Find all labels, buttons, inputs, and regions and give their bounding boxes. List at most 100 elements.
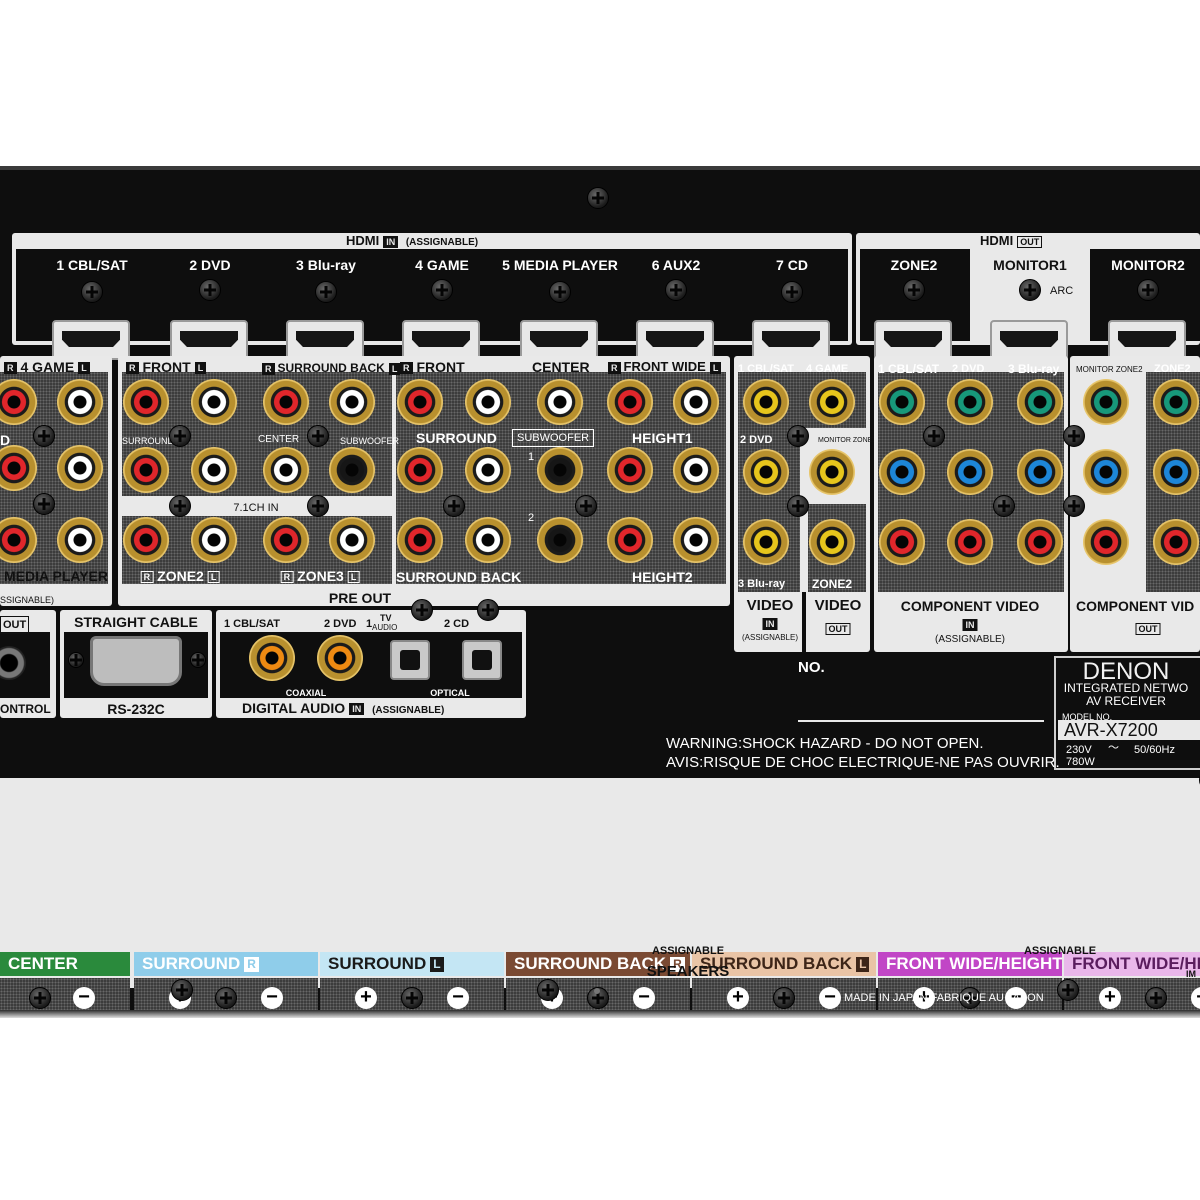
rca-jack[interactable] xyxy=(879,449,925,495)
rca-jack[interactable] xyxy=(607,517,653,563)
rca-jack[interactable] xyxy=(743,449,789,495)
digital-dvd-label: 2 DVD xyxy=(324,618,357,630)
optical-tv-jack[interactable] xyxy=(390,640,430,680)
hdmi-out-port-label: ZONE2 xyxy=(890,257,938,273)
rca-jack[interactable] xyxy=(743,379,789,425)
rca-jack[interactable] xyxy=(1153,379,1199,425)
video-in-tag: IN xyxy=(762,615,778,631)
hdmi-screw xyxy=(81,281,103,303)
rca-jack[interactable] xyxy=(947,379,993,425)
rca-jack[interactable] xyxy=(57,517,103,563)
hdmi-out-title: HDMI OUT xyxy=(980,233,1043,249)
rca-jack[interactable] xyxy=(809,519,855,565)
rca-jack[interactable] xyxy=(879,519,925,565)
hdmi-out-port[interactable] xyxy=(874,320,952,360)
rca-jack[interactable] xyxy=(879,379,925,425)
panel-screw xyxy=(993,495,1015,517)
rca-jack[interactable] xyxy=(1153,449,1199,495)
panel-screw xyxy=(171,979,193,1001)
hdmi-in-port-label: 7 CD xyxy=(776,257,808,273)
hdmi-in-port-label: 3 Blu-ray xyxy=(296,257,356,273)
rca-jack[interactable] xyxy=(607,379,653,425)
panel-screw xyxy=(411,599,433,621)
rca-jack[interactable] xyxy=(57,445,103,491)
rca-jack[interactable] xyxy=(123,517,169,563)
hdmi-in-port[interactable] xyxy=(752,320,830,360)
rca-jack[interactable] xyxy=(537,517,583,563)
hdmi-in-port[interactable] xyxy=(402,320,480,360)
rca-jack[interactable] xyxy=(191,517,237,563)
rca-jack[interactable] xyxy=(537,447,583,493)
rca-jack[interactable] xyxy=(1083,449,1129,495)
pre-out-front-wide-label: R FRONT WIDE L xyxy=(608,359,722,375)
speaker-minus-sign: − xyxy=(73,987,95,1009)
hdmi-in-port[interactable] xyxy=(520,320,598,360)
rca-jack[interactable] xyxy=(947,519,993,565)
rca-jack[interactable] xyxy=(57,379,103,425)
digital-cd-label: 2 CD xyxy=(444,618,470,630)
speaker-screw xyxy=(29,987,51,1009)
rca-jack[interactable] xyxy=(249,635,295,681)
rca-jack[interactable] xyxy=(1017,379,1063,425)
rca-jack[interactable] xyxy=(317,635,363,681)
rca-jack[interactable] xyxy=(191,447,237,493)
rca-jack[interactable] xyxy=(123,379,169,425)
rca-jack[interactable] xyxy=(1017,449,1063,495)
rca-jack[interactable] xyxy=(673,517,719,563)
rca-jack[interactable] xyxy=(397,379,443,425)
rca-jack[interactable] xyxy=(263,379,309,425)
rca-jack[interactable] xyxy=(537,379,583,425)
rca-jack[interactable] xyxy=(947,449,993,495)
hdmi-in-port[interactable] xyxy=(170,320,248,360)
rca-jack[interactable] xyxy=(397,447,443,493)
rca-jack[interactable] xyxy=(397,517,443,563)
rear-panel: HDMI IN (ASSIGNABLE) 1 CBL/SAT 2 DVD 3 Blu-… xyxy=(0,170,1200,1015)
rca-jack[interactable] xyxy=(809,379,855,425)
rs232-screw-left xyxy=(68,652,84,668)
rca-jack[interactable] xyxy=(1017,519,1063,565)
rca-jack[interactable] xyxy=(465,517,511,563)
rca-jack[interactable] xyxy=(465,447,511,493)
rca-jack[interactable] xyxy=(329,379,375,425)
rca-jack[interactable] xyxy=(673,379,719,425)
hdmi-out-port[interactable] xyxy=(990,320,1068,360)
rca-jack[interactable] xyxy=(1083,519,1129,565)
rs232-straight-label: STRAIGHT CABLE xyxy=(74,614,198,630)
rca-jack[interactable] xyxy=(809,449,855,495)
hdmi-screw xyxy=(781,281,803,303)
rca-jack[interactable] xyxy=(191,379,237,425)
model-number: AVR-X7200 xyxy=(1064,720,1158,740)
rs232-connector[interactable] xyxy=(90,636,182,686)
speaker-screw xyxy=(401,987,423,1009)
hdmi-in-port[interactable] xyxy=(52,320,130,360)
rca-jack[interactable] xyxy=(329,447,375,493)
rca-jack[interactable] xyxy=(263,517,309,563)
rca-jack[interactable] xyxy=(263,447,309,493)
rca-jack[interactable] xyxy=(743,519,789,565)
rca-jack[interactable] xyxy=(465,379,511,425)
hdmi-in-port[interactable] xyxy=(636,320,714,360)
rca-jack[interactable] xyxy=(1083,379,1129,425)
coaxial-label: COAXIAL xyxy=(285,688,327,698)
component-in-assignable: (ASSIGNABLE) xyxy=(934,634,1006,645)
speaker-band-2: SURROUND L xyxy=(320,952,504,976)
rca-jack[interactable] xyxy=(123,447,169,493)
video-in-label: VIDEO xyxy=(746,597,794,614)
speaker-band-tag: L xyxy=(856,957,870,973)
rca-jack[interactable] xyxy=(607,447,653,493)
component-in-tag: IN xyxy=(962,616,978,632)
panel-screw xyxy=(33,425,55,447)
hdmi-in-port[interactable] xyxy=(286,320,364,360)
optical-cd-jack[interactable] xyxy=(462,640,502,680)
rca-jack[interactable] xyxy=(329,517,375,563)
hdmi-out-port[interactable] xyxy=(1108,320,1186,360)
rca-jack[interactable] xyxy=(673,447,719,493)
serial-no-label: NO. xyxy=(798,659,825,676)
panel-screw xyxy=(587,187,609,209)
analog-in-assignable-label: SSIGNABLE) xyxy=(0,595,55,605)
speaker-minus-sign: − xyxy=(633,987,655,1009)
control-label: ONTROL xyxy=(0,702,51,716)
speaker-band-label: CENTER xyxy=(8,954,78,973)
speaker-band-label: SURROUND BACK xyxy=(514,954,667,973)
rca-jack[interactable] xyxy=(1153,519,1199,565)
